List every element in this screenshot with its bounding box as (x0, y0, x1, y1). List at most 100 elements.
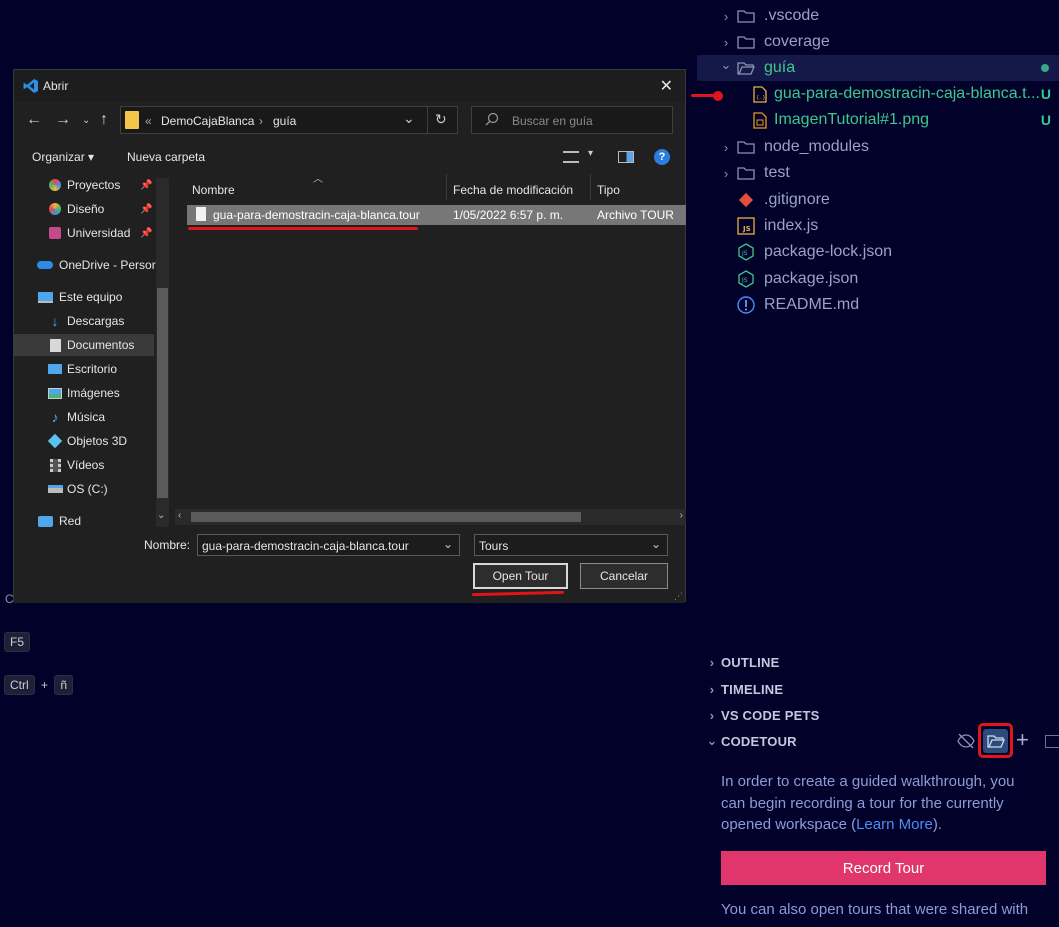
tree-item-guia[interactable]: ⌄ guía (697, 55, 1059, 81)
tree-item-package-json[interactable]: JS package.json (697, 266, 1059, 292)
file-date: 1/05/2022 6:57 p. m. (453, 208, 564, 222)
nav-item-musica[interactable]: ♪ Música (14, 406, 154, 428)
nav-item-universidad[interactable]: Universidad 📌 (14, 222, 154, 244)
preview-pane-icon[interactable] (618, 151, 634, 163)
hide-markers-icon[interactable] (957, 733, 975, 754)
nav-item-descargas[interactable]: ↓ Descargas (14, 310, 154, 332)
breadcrumb-chevrons: « (145, 114, 152, 128)
add-tour-icon[interactable]: + (1016, 729, 1029, 751)
file-list-scrollbar-thumb[interactable] (191, 512, 581, 522)
file-list-scrollbar[interactable]: ‹ › (175, 509, 686, 525)
javascript-icon: JS (737, 217, 755, 235)
column-header-date[interactable]: Fecha de modificación (453, 183, 573, 197)
scroll-right-arrow-icon[interactable]: › (680, 510, 683, 521)
tree-item-readme[interactable]: README.md (697, 292, 1059, 318)
chevron-down-icon[interactable]: ⌄ (403, 110, 415, 127)
chevron-down-icon[interactable]: ⌄ (651, 537, 661, 551)
node-json-icon: JS (737, 243, 755, 261)
nav-label: Imágenes (67, 386, 120, 400)
nav-item-red[interactable]: Red (14, 510, 154, 527)
panel-timeline[interactable]: › TIMELINE (697, 676, 1059, 702)
scroll-left-arrow-icon[interactable]: ‹ (178, 510, 181, 521)
tree-item-label: package-lock.json (764, 243, 893, 260)
tree-item-vscode[interactable]: › .vscode (697, 3, 1059, 29)
nav-item-proyectos[interactable]: Proyectos 📌 (14, 174, 154, 196)
photos-icon (47, 225, 63, 241)
tree-item-node-modules[interactable]: › node_modules (697, 134, 1059, 160)
close-icon[interactable]: ✕ (660, 76, 673, 96)
chevron-down-icon[interactable]: ▾ (588, 148, 593, 159)
pin-icon: 📌 (140, 179, 153, 191)
desktop-icon (47, 361, 63, 377)
back-arrow-icon[interactable]: ← (26, 111, 42, 129)
address-bar[interactable]: « DemoCajaBlanca › guía ⌄ ↻ (120, 106, 458, 134)
codetour-text-after: ). (932, 816, 942, 833)
scroll-down-arrow-icon[interactable]: ⌄ (157, 510, 165, 521)
cancel-button[interactable]: Cancelar (580, 563, 668, 589)
svg-text:JS: JS (741, 250, 748, 257)
filename-input[interactable]: gua-para-demostracin-caja-blanca.tour ⌄ (197, 534, 460, 556)
tree-item-package-lock[interactable]: JS package-lock.json (697, 239, 1059, 265)
filename-value: gua-para-demostracin-caja-blanca.tour (202, 539, 409, 553)
file-type-select[interactable]: Tours ⌄ (474, 534, 668, 556)
cloud-icon (37, 257, 53, 273)
dialog-footer: Nombre: gua-para-demostracin-caja-blanca… (14, 527, 685, 603)
music-icon: ♪ (51, 409, 59, 425)
record-tour-button[interactable]: Record Tour (721, 851, 1046, 885)
key-ctrl: Ctrl (4, 675, 35, 695)
resize-grip-icon[interactable]: ⋰ (674, 591, 683, 602)
search-input[interactable]: Buscar en guía (471, 106, 673, 134)
breadcrumb-folder[interactable]: guía (273, 114, 296, 128)
nav-item-imagenes[interactable]: Imágenes (14, 382, 154, 404)
file-name: gua-para-demostracin-caja-blanca.tour (213, 208, 420, 222)
breadcrumb-root[interactable]: DemoCajaBlanca (161, 114, 254, 128)
file-type-value: Tours (479, 539, 509, 553)
refresh-icon[interactable]: ↻ (435, 111, 447, 128)
open-tour-button[interactable]: Open Tour (473, 563, 568, 589)
nav-item-este-equipo[interactable]: Este equipo (14, 286, 154, 308)
pin-icon: 📌 (140, 203, 153, 215)
nav-item-documentos[interactable]: Documentos (14, 334, 154, 356)
organize-button[interactable]: Organizar ▾ (32, 150, 94, 164)
recent-dropdown-icon[interactable]: ⌄ (82, 115, 90, 126)
nav-scrollbar-thumb[interactable] (157, 288, 168, 498)
nav-item-escritorio[interactable]: Escritorio (14, 358, 154, 380)
photos-icon (47, 177, 63, 193)
tree-item-tour-file[interactable]: {..} gua-para-demostracin-caja-blanca.t.… (697, 81, 1059, 107)
nav-item-os-c[interactable]: OS (C:) (14, 478, 154, 500)
forward-arrow-icon[interactable]: → (55, 111, 71, 129)
panel-outline[interactable]: › OUTLINE (697, 649, 1059, 675)
column-divider[interactable] (446, 174, 447, 200)
folder-icon (737, 164, 755, 182)
nav-item-videos[interactable]: Vídeos (14, 454, 154, 476)
tree-item-label: .vscode (764, 7, 820, 24)
new-folder-button[interactable]: Nueva carpeta (127, 150, 205, 164)
up-arrow-icon[interactable]: ↑ (100, 111, 108, 129)
modified-dot (1041, 64, 1049, 72)
open-tour-folder-icon[interactable] (978, 723, 1013, 758)
tree-item-image[interactable]: ImagenTutorial#1.png U (697, 107, 1059, 133)
help-icon[interactable]: ? (654, 149, 670, 165)
nav-item-onedrive[interactable]: OneDrive - Persor (14, 254, 156, 276)
folder-icon (125, 111, 139, 129)
dialog-titlebar: Abrir ✕ (14, 70, 685, 102)
collapse-all-icon[interactable] (1045, 735, 1059, 748)
tree-item-gitignore[interactable]: .gitignore (697, 187, 1059, 213)
column-header-type[interactable]: Tipo (597, 183, 620, 197)
file-row[interactable]: gua-para-demostracin-caja-blanca.tour 1/… (187, 205, 686, 225)
learn-more-link[interactable]: Learn More (856, 816, 933, 833)
column-header-name[interactable]: Nombre (192, 183, 235, 197)
tree-item-coverage[interactable]: › coverage (697, 29, 1059, 55)
nav-item-diseno[interactable]: Diseño 📌 (14, 198, 154, 220)
column-divider[interactable] (590, 174, 591, 200)
nav-label: OneDrive - Persor (59, 258, 156, 272)
tree-item-test[interactable]: › test (697, 160, 1059, 186)
view-options-icon[interactable] (563, 151, 579, 163)
file-list: ︿ Nombre Fecha de modificación Tipo gua-… (175, 172, 686, 527)
navigation-pane: Proyectos 📌 Diseño 📌 Universidad 📌 OneDr… (14, 172, 172, 527)
nav-item-objetos-3d[interactable]: Objetos 3D (14, 430, 154, 452)
tree-item-index-js[interactable]: JS index.js (697, 213, 1059, 239)
red-underline-annotation (188, 227, 418, 230)
svg-text:{..}: {..} (756, 95, 766, 101)
chevron-down-icon[interactable]: ⌄ (443, 537, 453, 551)
